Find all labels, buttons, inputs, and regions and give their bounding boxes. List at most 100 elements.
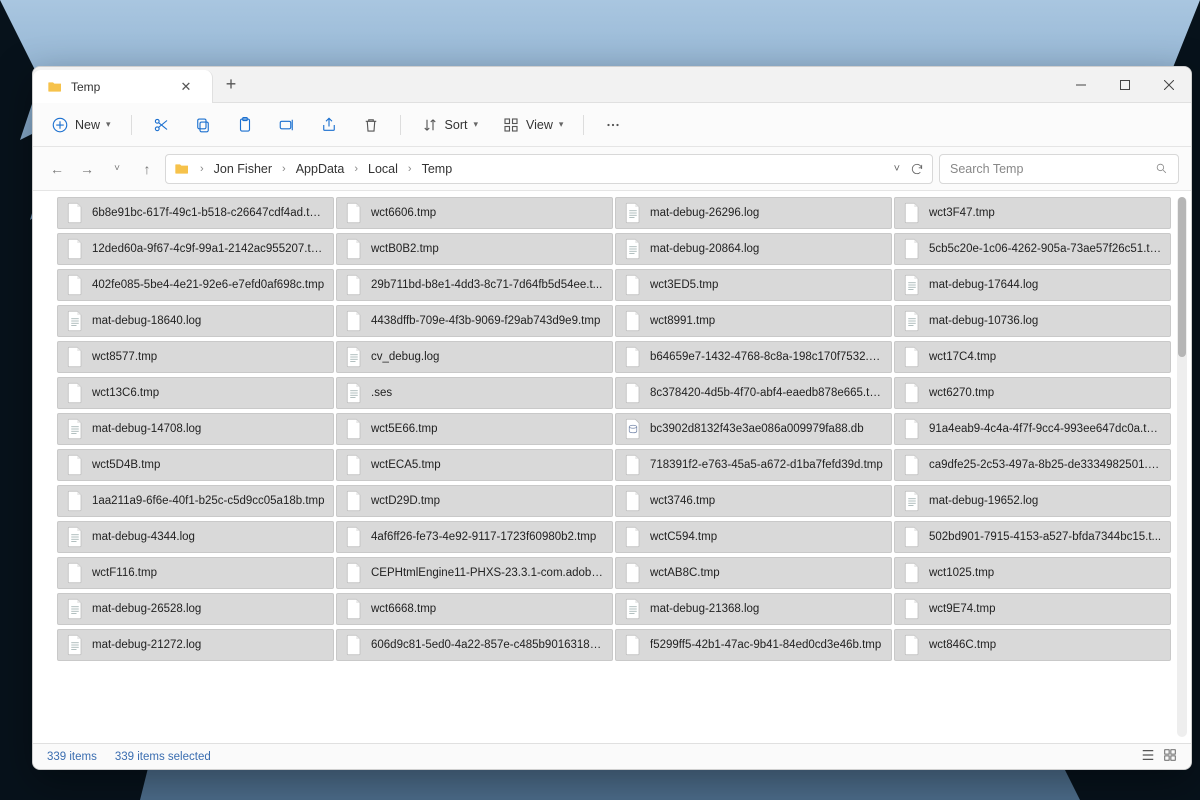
file-item[interactable]: wct5E66.tmp — [336, 413, 613, 445]
file-item[interactable]: wct6270.tmp — [894, 377, 1171, 409]
crumb-1[interactable]: AppData — [296, 162, 345, 176]
file-item[interactable]: wct6668.tmp — [336, 593, 613, 625]
scrollbar[interactable] — [1177, 197, 1187, 737]
more-button[interactable] — [596, 112, 630, 138]
file-item[interactable]: wct6606.tmp — [336, 197, 613, 229]
file-item[interactable]: 91a4eab9-4c4a-4f7f-9cc4-993ee647dc0a.tmp — [894, 413, 1171, 445]
delete-button[interactable] — [354, 112, 388, 138]
file-item[interactable]: 5cb5c20e-1c06-4262-905a-73ae57f26c51.tmp — [894, 233, 1171, 265]
file-item[interactable]: wctD29D.tmp — [336, 485, 613, 517]
file-name: ca9dfe25-2c53-497a-8b25-de3334982501.tmp — [929, 459, 1162, 471]
file-item[interactable]: wct3746.tmp — [615, 485, 892, 517]
chevron-down-icon[interactable]: ˅ — [894, 163, 900, 175]
file-item[interactable]: bc3902d8132f43e3ae086a009979fa88.db — [615, 413, 892, 445]
file-name: mat-debug-21368.log — [650, 603, 759, 615]
file-name: 1aa211a9-6f6e-40f1-b25c-c5d9cc05a18b.tmp — [92, 495, 325, 507]
refresh-icon[interactable] — [910, 162, 924, 176]
file-item[interactable]: wct1025.tmp — [894, 557, 1171, 589]
view-button[interactable]: View ▾ — [494, 112, 571, 138]
copy-button[interactable] — [186, 112, 220, 138]
file-item[interactable]: wctECA5.tmp — [336, 449, 613, 481]
file-item[interactable]: mat-debug-26296.log — [615, 197, 892, 229]
file-item[interactable]: mat-debug-17644.log — [894, 269, 1171, 301]
file-list[interactable]: 6b8e91bc-617f-49c1-b518-c26647cdf4ad.tmp… — [33, 191, 1191, 743]
file-item[interactable]: mat-debug-4344.log — [57, 521, 334, 553]
file-item[interactable]: wctF116.tmp — [57, 557, 334, 589]
file-name: .ses — [371, 387, 392, 399]
file-item[interactable]: wct8991.tmp — [615, 305, 892, 337]
file-item[interactable]: 718391f2-e763-45a5-a672-d1ba7fefd39d.tmp — [615, 449, 892, 481]
file-item[interactable]: ca9dfe25-2c53-497a-8b25-de3334982501.tmp — [894, 449, 1171, 481]
file-item[interactable]: .ses — [336, 377, 613, 409]
file-name: wctECA5.tmp — [371, 459, 441, 471]
close-tab-icon[interactable]: ✕ — [174, 79, 198, 95]
breadcrumb[interactable]: › Jon Fisher › AppData › Local › Temp ˅ — [165, 154, 933, 184]
up-button[interactable]: ↑ — [135, 161, 159, 177]
crumb-3[interactable]: Temp — [422, 162, 453, 176]
close-window-button[interactable] — [1147, 67, 1191, 102]
minimize-button[interactable] — [1059, 67, 1103, 102]
file-item[interactable]: 12ded60a-9f67-4c9f-99a1-2142ac955207.tmp — [57, 233, 334, 265]
file-item[interactable]: f5299ff5-42b1-47ac-9b41-84ed0cd3e46b.tmp — [615, 629, 892, 661]
rename-button[interactable] — [270, 112, 304, 138]
scrollbar-thumb[interactable] — [1178, 197, 1186, 357]
crumb-2[interactable]: Local — [368, 162, 398, 176]
file-item[interactable]: 606d9c81-5ed0-4a22-857e-c485b9016318.t..… — [336, 629, 613, 661]
titlebar: Temp ✕ + — [33, 67, 1191, 103]
file-item[interactable]: mat-debug-21272.log — [57, 629, 334, 661]
file-item[interactable]: 29b711bd-b8e1-4dd3-8c71-7d64fb5d54ee.t..… — [336, 269, 613, 301]
file-item[interactable]: 402fe085-5be4-4e21-92e6-e7efd0af698c.tmp — [57, 269, 334, 301]
file-name: wct6668.tmp — [371, 603, 436, 615]
search-placeholder: Search Temp — [950, 162, 1023, 176]
file-name: wct8991.tmp — [650, 315, 715, 327]
file-name: 6b8e91bc-617f-49c1-b518-c26647cdf4ad.tmp — [92, 207, 325, 219]
file-item[interactable]: wct8577.tmp — [57, 341, 334, 373]
new-button[interactable]: New ▾ — [43, 112, 119, 138]
back-button[interactable]: ← — [45, 161, 69, 177]
file-item[interactable]: wctC594.tmp — [615, 521, 892, 553]
maximize-button[interactable] — [1103, 67, 1147, 102]
file-item[interactable]: wct13C6.tmp — [57, 377, 334, 409]
file-item[interactable]: mat-debug-26528.log — [57, 593, 334, 625]
cut-button[interactable] — [144, 112, 178, 138]
file-name: mat-debug-19652.log — [929, 495, 1038, 507]
file-item[interactable]: 4af6ff26-fe73-4e92-9117-1723f60980b2.tmp — [336, 521, 613, 553]
forward-button[interactable]: → — [75, 161, 99, 177]
file-item[interactable]: mat-debug-20864.log — [615, 233, 892, 265]
file-item[interactable]: mat-debug-21368.log — [615, 593, 892, 625]
details-view-button[interactable] — [1141, 748, 1155, 765]
file-name: 606d9c81-5ed0-4a22-857e-c485b9016318.t..… — [371, 639, 604, 651]
file-item[interactable]: 4438dffb-709e-4f3b-9069-f29ab743d9e9.tmp — [336, 305, 613, 337]
new-tab-button[interactable]: + — [213, 67, 249, 102]
crumb-0[interactable]: Jon Fisher — [214, 162, 272, 176]
file-item[interactable]: wct3F47.tmp — [894, 197, 1171, 229]
share-button[interactable] — [312, 112, 346, 138]
file-item[interactable]: CEPHtmlEngine11-PHXS-23.3.1-com.adobe... — [336, 557, 613, 589]
chevron-right-icon: › — [278, 163, 290, 175]
recent-button[interactable]: ˅ — [105, 163, 129, 174]
file-item[interactable]: mat-debug-18640.log — [57, 305, 334, 337]
thumbnails-view-button[interactable] — [1163, 748, 1177, 765]
search-input[interactable]: Search Temp — [939, 154, 1179, 184]
file-item[interactable]: mat-debug-19652.log — [894, 485, 1171, 517]
file-item[interactable]: wct3ED5.tmp — [615, 269, 892, 301]
file-item[interactable]: 502bd901-7915-4153-a527-bfda7344bc15.t..… — [894, 521, 1171, 553]
file-item[interactable]: mat-debug-10736.log — [894, 305, 1171, 337]
file-item[interactable]: cv_debug.log — [336, 341, 613, 373]
paste-button[interactable] — [228, 112, 262, 138]
file-item[interactable]: b64659e7-1432-4768-8c8a-198c170f7532.tmp — [615, 341, 892, 373]
file-item[interactable]: wctB0B2.tmp — [336, 233, 613, 265]
file-item[interactable]: wct846C.tmp — [894, 629, 1171, 661]
explorer-window: Temp ✕ + New ▾ Sort ▾ View ▾ — [32, 66, 1192, 770]
file-item[interactable]: mat-debug-14708.log — [57, 413, 334, 445]
file-item[interactable]: 1aa211a9-6f6e-40f1-b25c-c5d9cc05a18b.tmp — [57, 485, 334, 517]
view-icon — [502, 116, 520, 134]
file-item[interactable]: wct17C4.tmp — [894, 341, 1171, 373]
file-item[interactable]: 6b8e91bc-617f-49c1-b518-c26647cdf4ad.tmp — [57, 197, 334, 229]
tab-temp[interactable]: Temp ✕ — [33, 70, 213, 103]
file-item[interactable]: wctAB8C.tmp — [615, 557, 892, 589]
sort-button[interactable]: Sort ▾ — [413, 112, 486, 138]
file-item[interactable]: wct9E74.tmp — [894, 593, 1171, 625]
file-item[interactable]: 8c378420-4d5b-4f70-abf4-eaedb878e665.tmp — [615, 377, 892, 409]
file-item[interactable]: wct5D4B.tmp — [57, 449, 334, 481]
